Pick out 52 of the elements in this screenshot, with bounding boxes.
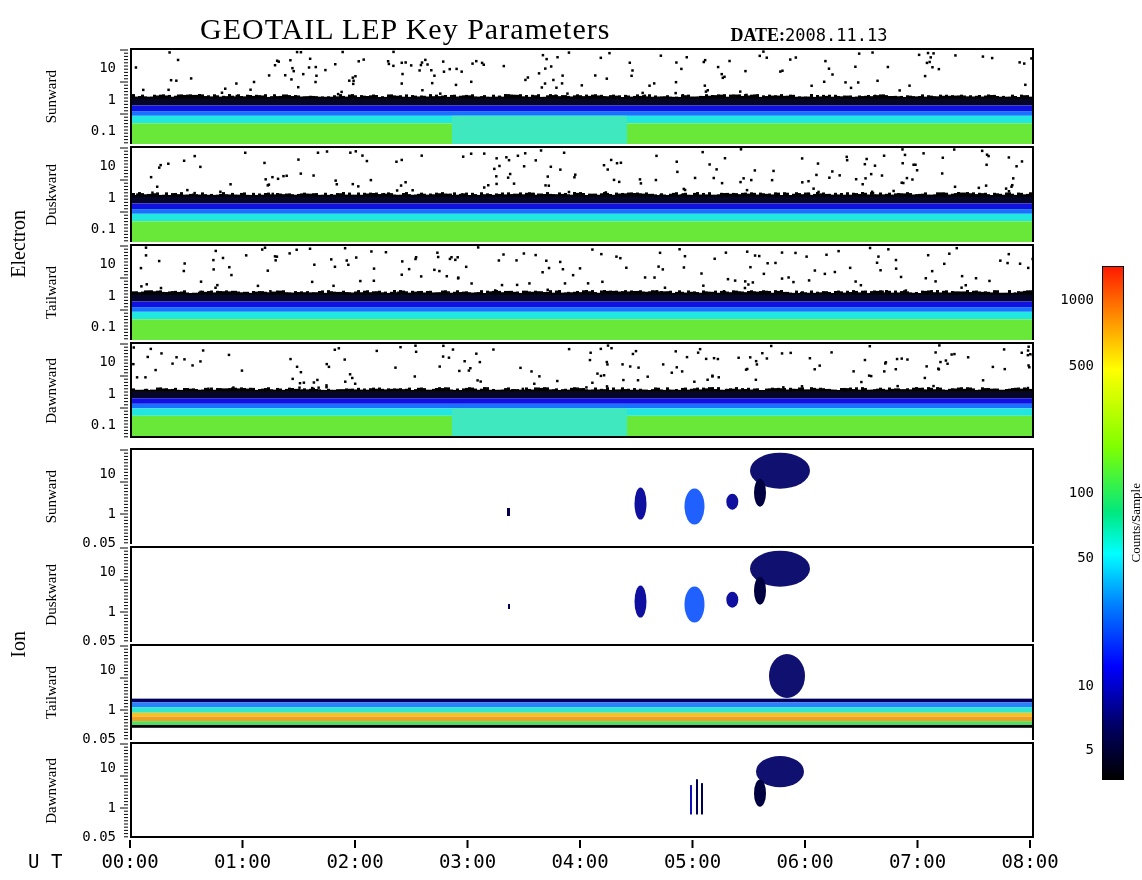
y-tick-label: 1 <box>107 504 116 521</box>
x-tick-label: 04:00 <box>551 850 609 872</box>
chart-title: GEOTAIL LEP Key Parameters <box>200 12 611 46</box>
panel-label: Duskward <box>42 164 60 226</box>
y-tick-label: 1 <box>107 700 116 717</box>
panel-label: Dawnward <box>42 758 60 824</box>
y-tick-label: 1 <box>107 385 116 402</box>
colorbar-tick-label: 10 <box>1077 677 1094 694</box>
y-tick-label: 10 <box>99 58 116 75</box>
axis-label: U T <box>28 850 63 872</box>
y-tick-label: 1 <box>107 189 116 206</box>
y-tick-label: 1 <box>107 602 116 619</box>
y-tick-label: 10 <box>99 156 116 173</box>
species-label: Ion <box>6 630 30 658</box>
y-tick-label: 10 <box>99 465 116 482</box>
y-tick-label: 0.05 <box>82 534 116 551</box>
colorbar-tick-label: 1000 <box>1060 291 1094 308</box>
x-tick-label: 06:00 <box>776 850 834 872</box>
y-tick-label: 0.1 <box>90 122 116 139</box>
y-tick-label: 10 <box>99 759 116 776</box>
panel-label: Tailward <box>42 266 60 320</box>
y-tick-label: 10 <box>99 254 116 271</box>
y-tick-label: 1 <box>107 91 116 108</box>
species-label: Electron <box>6 210 30 278</box>
x-tick-label: 05:00 <box>663 850 722 872</box>
x-tick-label: 07:00 <box>888 850 947 872</box>
y-tick-label: 0.05 <box>82 828 116 845</box>
y-tick-label: 1 <box>107 287 116 304</box>
colorbar-tick-label: 100 <box>1068 484 1094 501</box>
y-tick-label: 10 <box>99 563 116 580</box>
x-tick-label: 03:00 <box>438 850 497 872</box>
panel-label: Duskward <box>42 564 60 626</box>
colorbar-tick-label: 500 <box>1068 357 1094 374</box>
y-tick-label: 1 <box>107 798 116 815</box>
x-tick-label: 02:00 <box>326 850 384 872</box>
panel-label: Tailward <box>42 666 60 720</box>
panel-label: Dawnward <box>42 358 60 424</box>
y-tick-label: 0.1 <box>90 220 116 237</box>
x-tick-label: 00:00 <box>101 850 159 872</box>
y-tick-label: 0.1 <box>90 318 116 335</box>
colorbar-tick-label: 5 <box>1085 741 1094 758</box>
y-tick-label: 10 <box>99 661 116 678</box>
y-tick-label: 0.1 <box>90 416 116 433</box>
panel-label: Sunward <box>42 470 60 524</box>
x-tick-label: 01:00 <box>213 850 272 872</box>
colorbar-tick-label: 50 <box>1077 549 1094 566</box>
panel-label: Sunward <box>42 70 60 124</box>
x-tick-label: 08:00 <box>1001 850 1059 872</box>
y-tick-label: 10 <box>99 352 116 369</box>
y-tick-label: 0.05 <box>82 632 116 649</box>
y-tick-label: 0.05 <box>82 730 116 747</box>
date-label: DATE:2008.11.13 <box>730 25 888 46</box>
